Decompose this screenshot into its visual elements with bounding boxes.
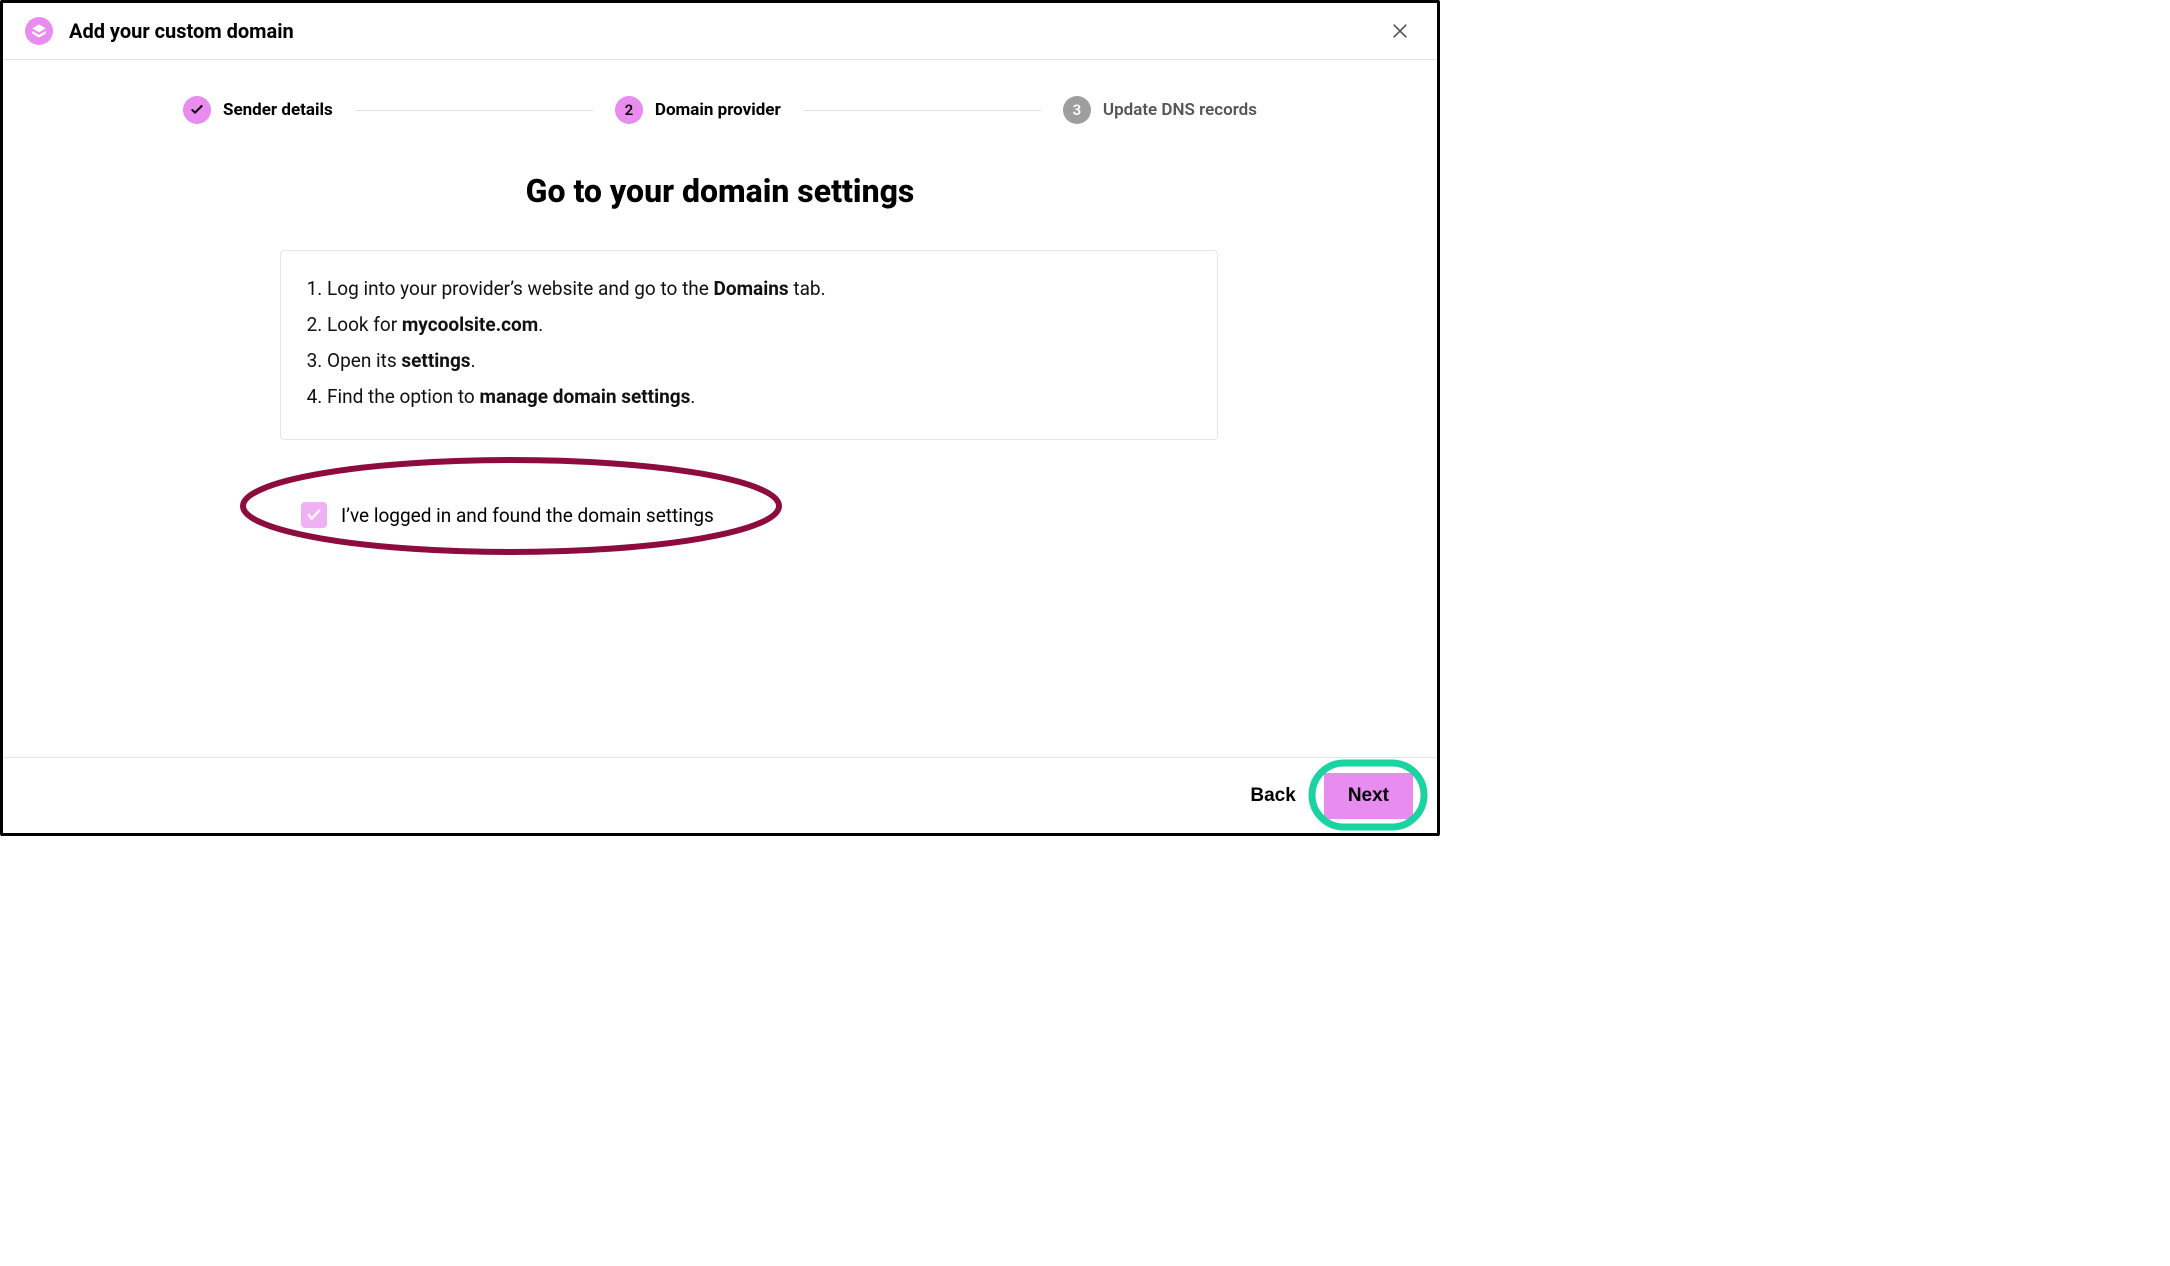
instruction-item: Find the option to manage domain setting…: [327, 379, 1189, 415]
step-badge: 2: [615, 96, 643, 124]
modal-title: Add your custom domain: [69, 19, 294, 43]
modal-header: Add your custom domain: [3, 3, 1437, 60]
main-content: Go to your domain settings Log into your…: [3, 124, 1437, 757]
page-title: Go to your domain settings: [183, 172, 1257, 210]
next-button-wrap: Next: [1324, 773, 1413, 819]
step-badge: 3: [1063, 96, 1091, 124]
step-update-dns[interactable]: 3 Update DNS records: [1063, 96, 1257, 124]
instruction-item: Open its settings.: [327, 343, 1189, 379]
close-icon: [1390, 21, 1410, 41]
next-button[interactable]: Next: [1324, 773, 1413, 819]
confirm-label: I’ve logged in and found the domain sett…: [341, 504, 714, 527]
modal-footer: Back Next: [3, 757, 1437, 833]
checkmark-icon: [189, 102, 205, 118]
step-sender-details[interactable]: Sender details: [183, 96, 333, 124]
instructions-list: Log into your provider’s website and go …: [309, 271, 1189, 415]
instructions-box: Log into your provider’s website and go …: [280, 250, 1218, 440]
step-domain-provider[interactable]: 2 Domain provider: [615, 96, 781, 124]
confirm-section: I’ve logged in and found the domain sett…: [241, 472, 781, 572]
back-button[interactable]: Back: [1242, 775, 1303, 817]
step-label: Domain provider: [655, 100, 781, 120]
step-label: Update DNS records: [1103, 100, 1257, 120]
stepper: Sender details 2 Domain provider 3 Updat…: [3, 96, 1437, 124]
confirm-checkbox[interactable]: [301, 502, 327, 528]
checkmark-icon: [305, 506, 323, 524]
step-divider: [803, 110, 1041, 111]
instruction-item: Log into your provider’s website and go …: [327, 271, 1189, 307]
brand-badge-icon: [25, 17, 53, 45]
step-badge: [183, 96, 211, 124]
modal-add-custom-domain: Add your custom domain Sender details 2 …: [0, 0, 1440, 836]
step-label: Sender details: [223, 100, 333, 120]
confirm-row: I’ve logged in and found the domain sett…: [301, 502, 714, 528]
instruction-item: Look for mycoolsite.com.: [327, 307, 1189, 343]
close-button[interactable]: [1385, 16, 1415, 46]
step-divider: [355, 110, 593, 111]
